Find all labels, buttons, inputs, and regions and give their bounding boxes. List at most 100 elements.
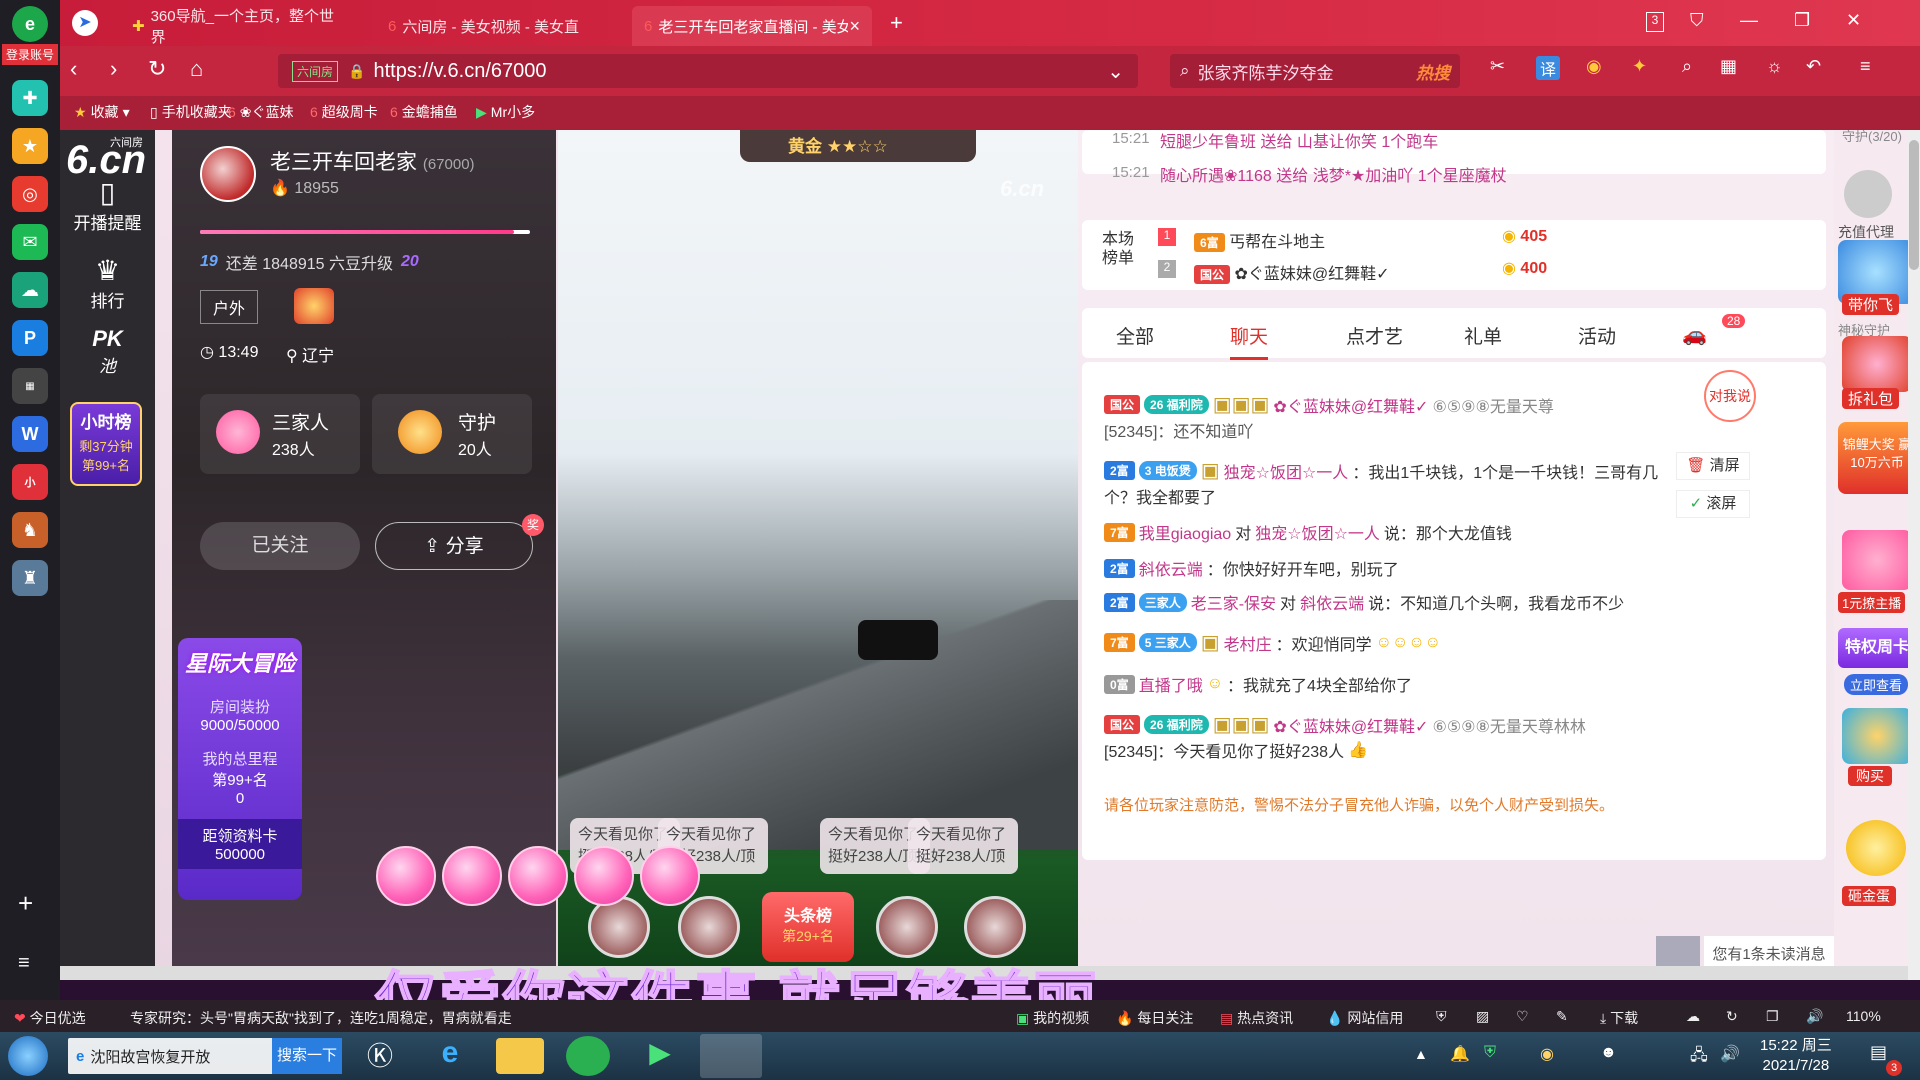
bookmark-mobile[interactable]: ▯ 手机收藏夹	[150, 102, 232, 122]
url-field[interactable]: 六间房 🔒 https://v.6.cn/67000 ⌄	[278, 54, 1138, 88]
chat-username[interactable]: 老村庄	[1224, 631, 1272, 655]
golden-egg-icon[interactable]	[1846, 820, 1906, 876]
status-site-credit[interactable]: 💧 网站信用	[1326, 1008, 1403, 1028]
tab-close-icon[interactable]: ×	[849, 16, 860, 37]
top-user-avatar[interactable]	[678, 896, 740, 958]
chat-target[interactable]: 独宠☆饭团☆一人	[1255, 520, 1380, 544]
app-icon-1[interactable]: ✚	[12, 80, 48, 116]
status-download[interactable]: ⤓ 下载	[1600, 1008, 1638, 1028]
translate-icon[interactable]: 译	[1536, 56, 1561, 80]
clear-screen-button[interactable]: 🗑 清屏	[1676, 452, 1750, 480]
agent-label[interactable]: 充值代理	[1838, 222, 1894, 242]
scroll-thumb[interactable]	[1909, 140, 1919, 270]
car-icon[interactable]: 🚗	[1682, 322, 1707, 347]
smash-egg-button[interactable]: 砸金蛋	[1842, 886, 1896, 906]
tab-gift-list[interactable]: 礼单	[1464, 322, 1502, 349]
bookmark-fishing[interactable]: 6 金蟾捕鱼	[390, 102, 458, 122]
home-icon[interactable]: ⌂	[190, 56, 203, 82]
restore-icon[interactable]: ❐	[1794, 10, 1810, 31]
shirt-icon[interactable]: ⛉	[1690, 10, 1704, 31]
close-window-icon[interactable]: ✕	[1846, 10, 1861, 31]
bookmark-weekcard[interactable]: 6 超级周卡	[310, 102, 378, 122]
game-app-icon[interactable]: ▦	[12, 368, 48, 404]
tray-network-icon[interactable]: 🖧	[1690, 1044, 1708, 1071]
koi-prize-banner[interactable]: 锦鲤大奖 赢10万六币	[1838, 422, 1916, 494]
leaderboard-row[interactable]: 6富 丐帮在斗地主	[1194, 228, 1325, 252]
chat-username[interactable]: ✿ぐ蓝妹妹@红舞鞋✓	[1273, 713, 1428, 737]
tray-clock[interactable]: 15:22 周三 2021/7/28	[1760, 1036, 1832, 1076]
chat-username[interactable]: 斜依云端	[1139, 556, 1203, 580]
tray-app-icon[interactable]: ◉	[1540, 1044, 1554, 1064]
k-app-icon[interactable]: Ⓚ	[356, 1036, 404, 1076]
menu-icon[interactable]: ≡	[18, 952, 30, 975]
forward-icon[interactable]: ›	[110, 56, 117, 82]
star-icon[interactable]: ★	[12, 128, 48, 164]
add-icon[interactable]: +	[18, 888, 33, 919]
taskbar-search-button[interactable]: 搜索一下	[272, 1038, 342, 1074]
undo-icon[interactable]: ↶	[1806, 56, 1821, 77]
scissors-icon[interactable]: ✂	[1490, 56, 1505, 77]
guard-card[interactable]: 守护 20人	[372, 394, 532, 474]
heart-outline-icon[interactable]: ♡	[1516, 1008, 1529, 1025]
privilege-card[interactable]: 特权周卡	[1838, 628, 1916, 668]
chat-username[interactable]: 老三家-保安	[1191, 590, 1276, 614]
bookmark-favorites[interactable]: ★ 收藏 ▾	[74, 102, 130, 122]
tab-count[interactable]: 3	[1646, 12, 1664, 32]
one-yuan-label[interactable]: 1元撩主播	[1838, 592, 1906, 613]
fly-gift-label[interactable]: 带你飞	[1842, 294, 1900, 315]
guard-avatar[interactable]	[1844, 170, 1892, 218]
leaderboard-row[interactable]: 国公 ✿ぐ蓝妹妹@红舞鞋✓	[1194, 260, 1390, 284]
bookmark-mrxiaoduo[interactable]: ▶ Mr小多	[476, 102, 535, 122]
top-user-avatar[interactable]	[964, 896, 1026, 958]
gift-box-icon[interactable]	[1842, 336, 1912, 392]
honor-badge-icon[interactable]	[294, 288, 334, 324]
tab-chat[interactable]: 聊天	[1230, 322, 1269, 360]
image-icon[interactable]: ▨	[1476, 1008, 1489, 1025]
nav-rank[interactable]: ♛ 排行	[60, 254, 155, 312]
tab-live-room[interactable]: 6 老三开车回老家直播间 - 美女 ×	[632, 6, 872, 46]
window-icon[interactable]: ❐	[1766, 1008, 1779, 1025]
scroll-lock-button[interactable]: ✓ 滚屏	[1676, 490, 1750, 518]
family-card[interactable]: 三家人 238人	[200, 394, 360, 474]
status-daily-follow[interactable]: 🔥 每日关注	[1116, 1008, 1193, 1028]
paint-icon[interactable]: ✎	[1556, 1008, 1568, 1025]
adventure-card[interactable]: 星际大冒险 房间装扮 9000/50000 我的总里程 第99+名 0 距领资料…	[178, 638, 302, 900]
chat-target[interactable]: 斜依云端	[1300, 590, 1364, 614]
grid-icon[interactable]: ▦	[1720, 56, 1737, 77]
chest-gift-icon[interactable]	[1842, 708, 1912, 764]
cloud-icon[interactable]: ☁	[1686, 1008, 1700, 1025]
more-menu-icon[interactable]: ≡	[1860, 56, 1871, 77]
category-tag[interactable]: 户外	[200, 290, 259, 324]
tray-arrow-icon[interactable]: ▲	[1414, 1046, 1428, 1062]
chat-username[interactable]: 独宠☆饭团☆一人	[1224, 459, 1349, 483]
status-hot-news[interactable]: ▤ 热点资讯	[1220, 1008, 1293, 1028]
tray-volume-icon[interactable]: 🔊	[1720, 1044, 1740, 1064]
status-daily-picks[interactable]: ❤ 今日优选	[14, 1008, 86, 1028]
buy-button[interactable]: 购买	[1848, 766, 1892, 786]
game2-icon[interactable]: ♞	[12, 512, 48, 548]
new-tab-button[interactable]: +	[890, 10, 903, 36]
360-browser-icon[interactable]	[566, 1036, 610, 1076]
p-app-icon[interactable]: P	[12, 320, 48, 356]
player-icon[interactable]: ▶	[636, 1036, 684, 1076]
tray-qq-icon[interactable]: ☻	[1600, 1044, 1617, 1062]
anchor-avatar[interactable]	[200, 146, 256, 202]
chat-username[interactable]: 直播了哦	[1139, 672, 1203, 696]
magnifier-icon[interactable]: ⌕	[1682, 56, 1692, 77]
shield-icon[interactable]: ⛨	[1436, 1008, 1447, 1025]
open-gift-label[interactable]: 拆礼包	[1842, 388, 1900, 409]
hour-rank-card[interactable]: 小时榜 剩37分钟 第99+名	[70, 402, 142, 486]
tab-activity[interactable]: 活动	[1578, 322, 1616, 349]
heart-gift-icon[interactable]	[1842, 530, 1912, 590]
tab-360[interactable]: ✚ 360导航_一个主页，整个世界	[120, 6, 360, 46]
minimize-icon[interactable]: —	[1740, 10, 1758, 31]
weibo-icon[interactable]: ◎	[12, 176, 48, 212]
video-player[interactable]: 黄金 ★★☆☆ 6.cn 今天看见你了挺好238人/顶 今天看见你了挺好238人…	[558, 130, 1078, 980]
nav-live-reminder[interactable]: ▯ 开播提醒	[60, 176, 155, 234]
tab-6cn[interactable]: 6 六间房 - 美女视频 - 美女直	[376, 6, 616, 46]
tab-talent[interactable]: 点才艺	[1346, 322, 1403, 349]
volume-icon[interactable]: 🔊	[1806, 1008, 1823, 1025]
chat-username[interactable]: 我里giaogiao	[1139, 520, 1232, 544]
zoom-level[interactable]: 110%	[1846, 1008, 1881, 1024]
back-icon[interactable]: ‹	[70, 56, 77, 82]
